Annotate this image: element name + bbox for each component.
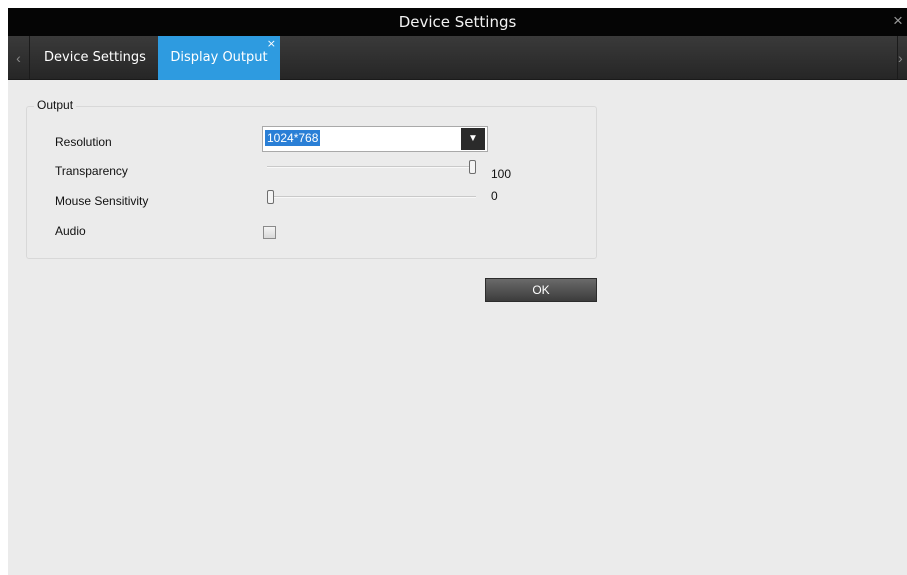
mouse-sensitivity-value: 0 xyxy=(491,189,498,203)
audio-checkbox[interactable] xyxy=(263,226,276,239)
resolution-label: Resolution xyxy=(55,135,112,149)
mouse-sensitivity-label: Mouse Sensitivity xyxy=(55,194,149,208)
title-bar: Device Settings × xyxy=(8,8,907,36)
tab-device-settings[interactable]: Device Settings xyxy=(32,36,158,80)
tab-close-icon[interactable]: × xyxy=(267,38,276,50)
slider-track xyxy=(267,166,476,168)
transparency-value: 100 xyxy=(491,167,512,181)
device-settings-window: Device Settings × ‹ Device Settings Disp… xyxy=(8,8,907,575)
slider-thumb[interactable] xyxy=(469,160,476,174)
ok-button[interactable]: OK xyxy=(485,278,597,302)
slider-thumb[interactable] xyxy=(267,190,274,204)
window-title: Device Settings xyxy=(398,13,517,31)
resolution-select[interactable]: 1024*768 ▼ xyxy=(262,126,488,152)
chevron-down-icon[interactable]: ▼ xyxy=(461,128,485,150)
close-icon[interactable]: × xyxy=(893,11,907,31)
mouse-sensitivity-slider[interactable] xyxy=(267,190,476,204)
tab-display-output-label: Display Output xyxy=(170,50,268,65)
tab-display-output[interactable]: Display Output × xyxy=(158,36,280,80)
slider-track xyxy=(267,196,476,198)
transparency-slider[interactable] xyxy=(267,160,476,174)
audio-label: Audio xyxy=(55,224,86,238)
resolution-value: 1024*768 xyxy=(265,130,321,146)
tab-bar: ‹ Device Settings Display Output × › xyxy=(8,36,907,80)
transparency-label: Transparency xyxy=(55,164,128,178)
output-group-label: Output xyxy=(34,98,77,112)
tab-scroll-right-icon[interactable]: › xyxy=(897,36,907,80)
tab-scroll-left-icon[interactable]: ‹ xyxy=(8,36,30,80)
